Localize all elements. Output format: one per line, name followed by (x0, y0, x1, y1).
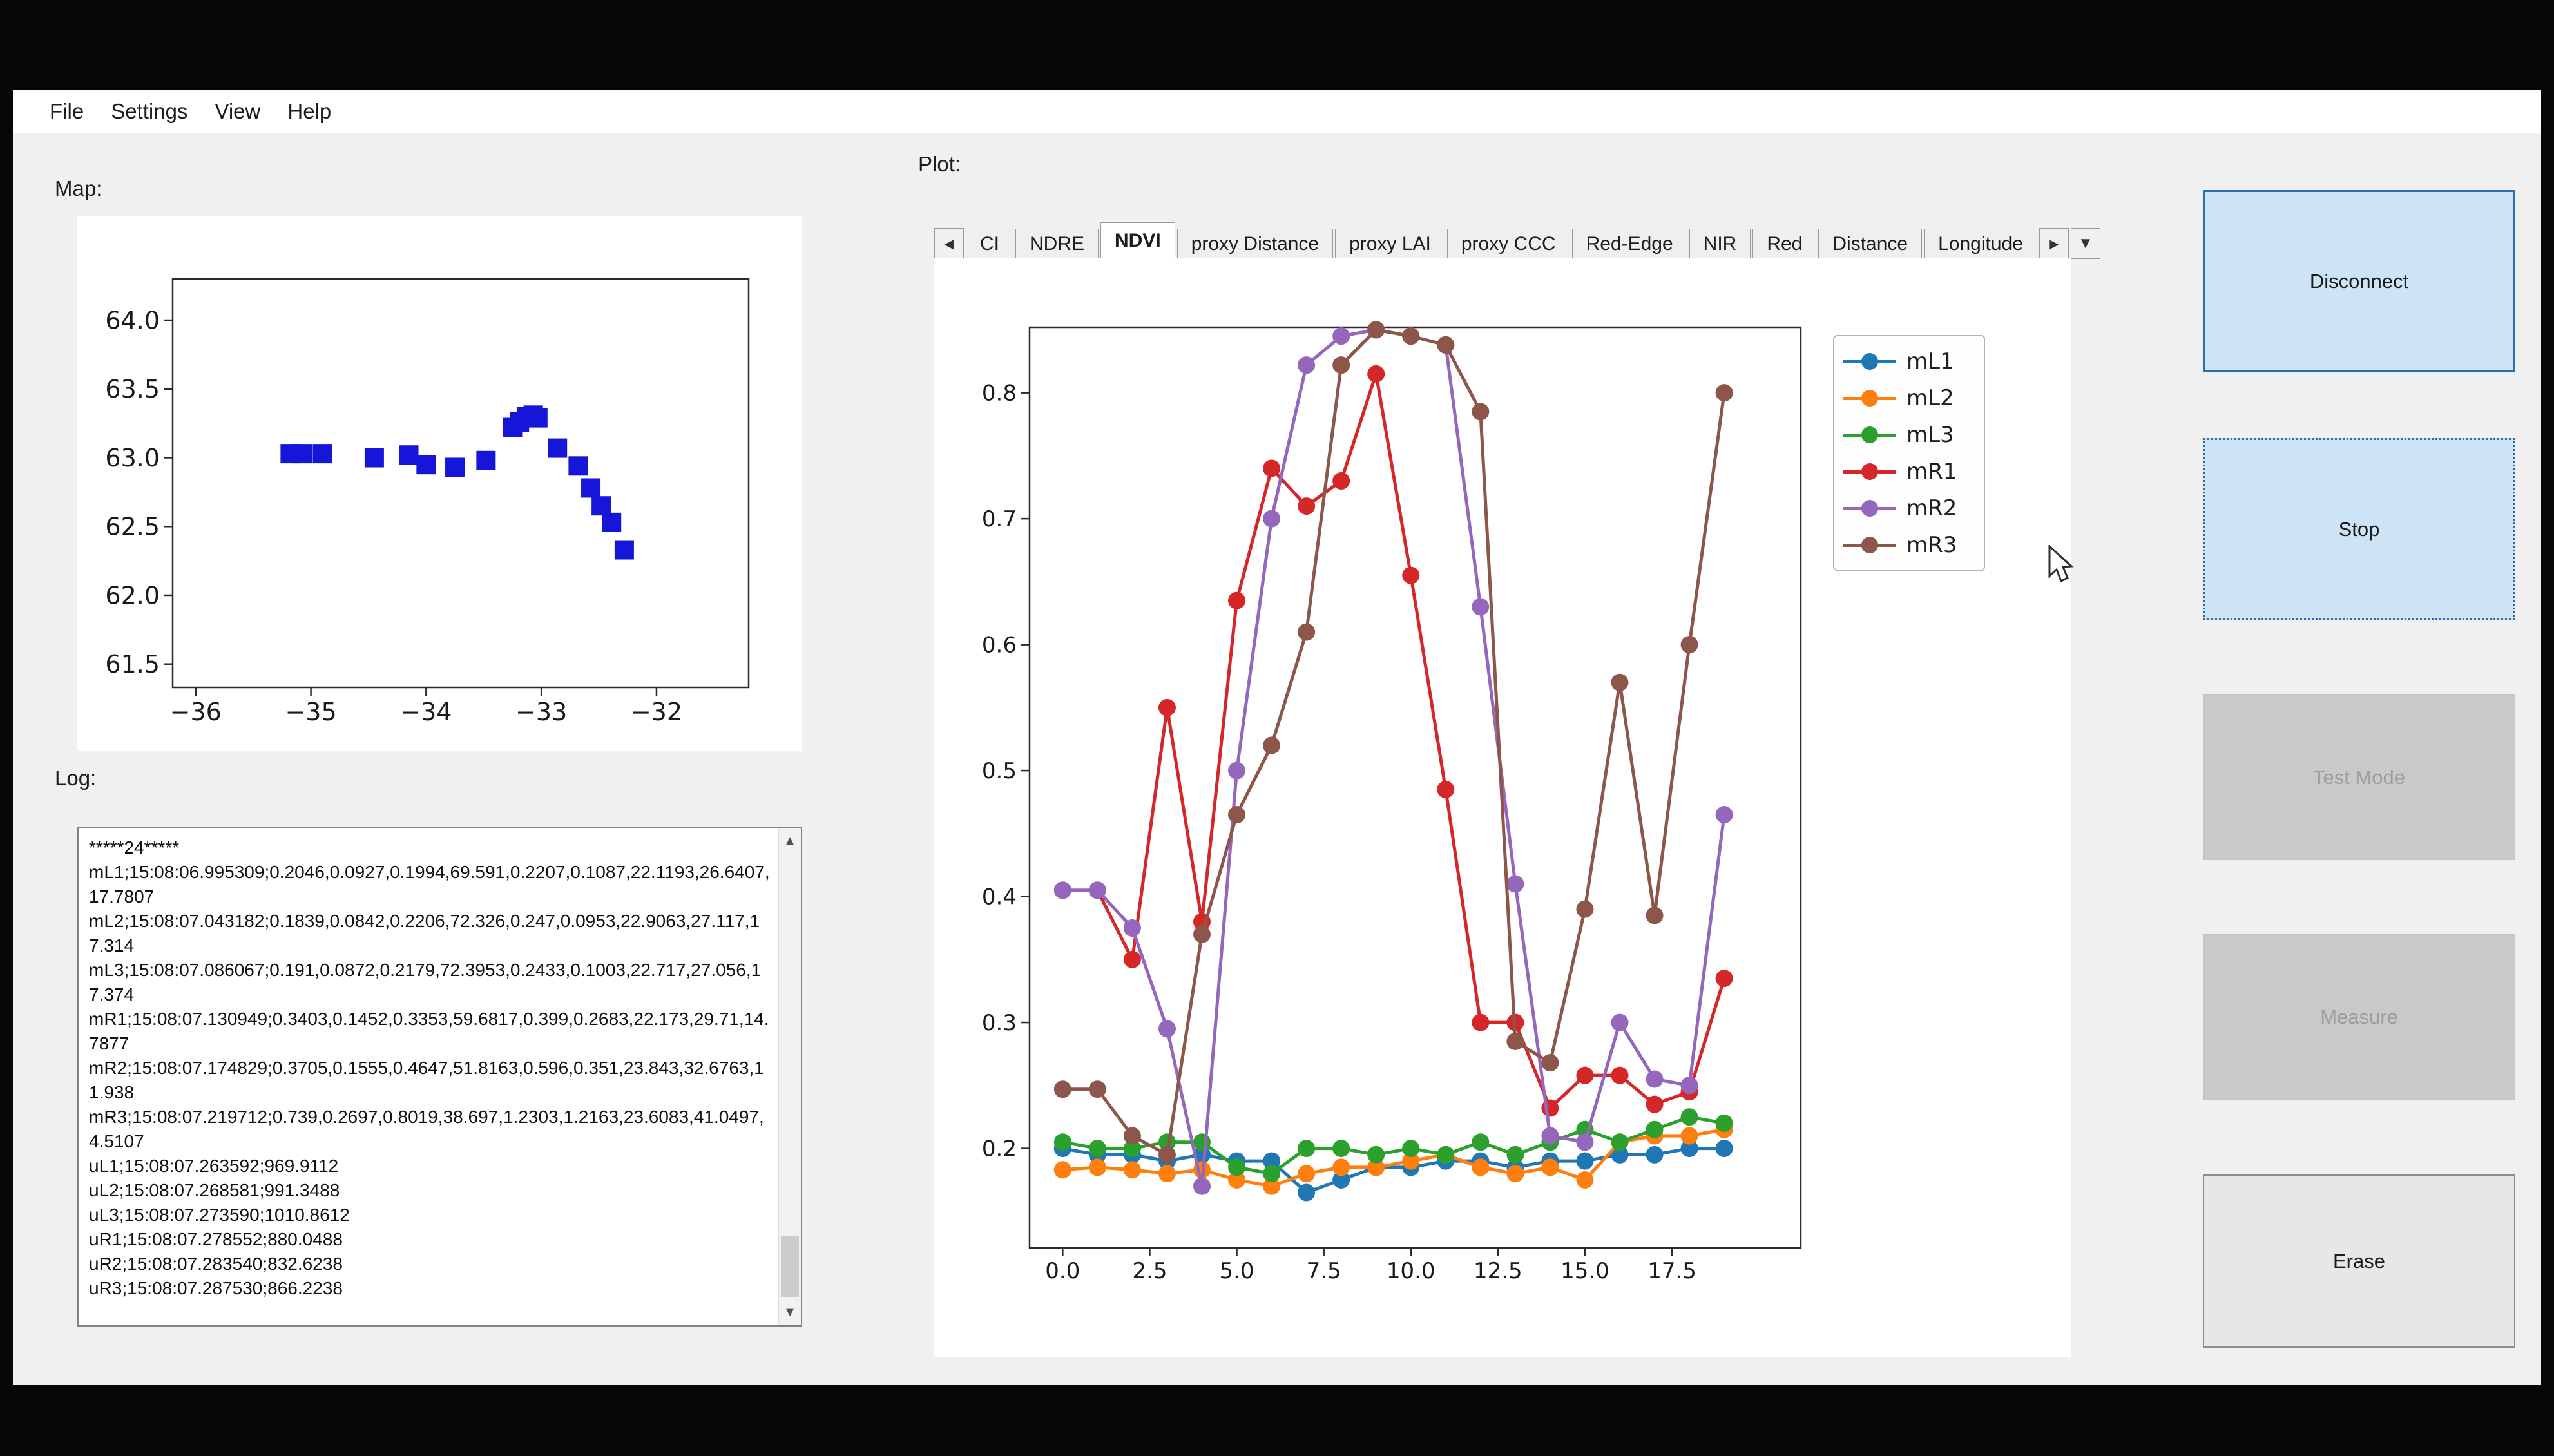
tab-ndre[interactable]: NDRE (1015, 229, 1099, 259)
tab-longitude[interactable]: Longitude (1924, 229, 2037, 259)
svg-text:2.5: 2.5 (1132, 1258, 1167, 1284)
log-scrollbar[interactable]: ▲ ▼ (778, 828, 801, 1325)
svg-text:0.4: 0.4 (982, 884, 1017, 910)
log-panel[interactable]: *****24***** mL1;15:08:06.995309;0.2046,… (77, 827, 802, 1327)
legend-label-mL3: mL3 (1906, 422, 1954, 448)
legend-line-sample-mR1 (1843, 469, 1896, 474)
menu-item-help[interactable]: Help (274, 99, 345, 124)
svg-text:64.0: 64.0 (105, 306, 160, 334)
legend-item-mL2: mL2 (1843, 379, 1984, 416)
tab-red-edge[interactable]: Red-Edge (1572, 229, 1687, 259)
svg-text:−33: −33 (515, 698, 567, 726)
plot-tab-bar: ◀CINDRENDVIproxy Distanceproxy LAIproxy … (934, 222, 2102, 259)
tab-distance[interactable]: Distance (1818, 229, 1922, 259)
tab-scroll-right-icon[interactable]: ▶ (2039, 228, 2069, 259)
tab-ndvi[interactable]: NDVI (1100, 222, 1175, 259)
tab-overflow-icon[interactable]: ▼ (2071, 228, 2100, 259)
log-text[interactable]: *****24***** mL1;15:08:06.995309;0.2046,… (79, 828, 778, 1325)
svg-text:0.0: 0.0 (1045, 1258, 1080, 1284)
svg-text:10.0: 10.0 (1387, 1258, 1435, 1284)
svg-text:62.5: 62.5 (105, 513, 160, 541)
test-mode-button: Test Mode (2203, 694, 2515, 860)
svg-text:−36: −36 (170, 698, 222, 726)
scrollbar-down-icon[interactable]: ▼ (779, 1299, 801, 1325)
legend-label-mR2: mR2 (1906, 495, 1957, 521)
legend-label-mR3: mR3 (1906, 532, 1957, 558)
svg-text:17.5: 17.5 (1647, 1258, 1696, 1284)
tab-nir[interactable]: NIR (1689, 229, 1751, 259)
svg-text:62.0: 62.0 (105, 581, 160, 609)
svg-text:63.5: 63.5 (105, 375, 160, 403)
svg-text:61.5: 61.5 (105, 650, 160, 678)
map-panel: −36 −35 −34 −33 −32 61.5 62.0 62.5 63.0 63.5 64.0 (77, 216, 802, 751)
svg-text:0.3: 0.3 (982, 1010, 1017, 1036)
svg-text:0.6: 0.6 (982, 633, 1017, 658)
tab-proxy-ccc[interactable]: proxy CCC (1447, 229, 1570, 259)
legend-line-sample-mR3 (1843, 542, 1896, 548)
erase-button[interactable]: Erase (2203, 1174, 2515, 1348)
legend-line-sample-mL1 (1843, 359, 1896, 364)
svg-text:−34: −34 (400, 698, 452, 726)
svg-text:5.0: 5.0 (1220, 1258, 1254, 1284)
legend-label-mL1: mL1 (1906, 349, 1954, 374)
window-bottom-bar (0, 1385, 2554, 1456)
legend-item-mR2: mR2 (1843, 490, 1984, 526)
menu-item-settings[interactable]: Settings (97, 99, 201, 124)
map-section-label: Map: (55, 177, 102, 201)
legend-item-mR1: mR1 (1843, 453, 1984, 490)
svg-text:0.5: 0.5 (982, 758, 1017, 784)
svg-text:12.5: 12.5 (1474, 1258, 1522, 1284)
svg-text:0.7: 0.7 (982, 506, 1017, 532)
tab-ci[interactable]: CI (966, 229, 1013, 259)
legend-line-sample-mL2 (1843, 396, 1896, 401)
svg-text:7.5: 7.5 (1307, 1258, 1341, 1284)
log-section-label: Log: (55, 766, 96, 790)
svg-text:0.8: 0.8 (982, 381, 1017, 407)
legend-line-sample-mL3 (1843, 432, 1896, 437)
tab-proxy-lai[interactable]: proxy LAI (1335, 229, 1445, 259)
legend-line-sample-mR2 (1843, 506, 1896, 511)
stop-button[interactable]: Stop (2203, 438, 2515, 620)
plot-section-label: Plot: (918, 152, 961, 177)
legend-label-mL2: mL2 (1906, 385, 1954, 411)
menu-item-file[interactable]: File (36, 99, 97, 124)
tab-proxy-distance[interactable]: proxy Distance (1177, 229, 1333, 259)
scrollbar-thumb[interactable] (781, 1236, 799, 1297)
tab-scroll-left-icon[interactable]: ◀ (934, 228, 964, 259)
legend-item-mL1: mL1 (1843, 343, 1984, 379)
disconnect-button[interactable]: Disconnect (2203, 190, 2515, 372)
svg-text:0.2: 0.2 (982, 1136, 1017, 1162)
measure-button: Measure (2203, 934, 2515, 1100)
window-title-bar (0, 0, 2554, 90)
legend-label-mR1: mR1 (1906, 459, 1957, 484)
chart-legend: mL1 mL2 mL3 mR1 mR2 mR3 (1833, 335, 1985, 571)
svg-text:−35: −35 (285, 698, 336, 726)
scrollbar-up-icon[interactable]: ▲ (779, 828, 801, 854)
svg-text:−32: −32 (631, 698, 682, 726)
svg-text:63.0: 63.0 (105, 444, 160, 472)
menu-item-view[interactable]: View (201, 99, 274, 124)
tab-red[interactable]: Red (1752, 229, 1816, 259)
menu-bar: FileSettingsViewHelp (13, 90, 2541, 133)
legend-item-mL3: mL3 (1843, 416, 1984, 453)
legend-item-mR3: mR3 (1843, 526, 1984, 563)
map-scatter-chart: −36 −35 −34 −33 −32 61.5 62.0 62.5 63.0 63.5 64.0 (77, 216, 802, 751)
main-content-area: Map: −36 −35 −34 −33 −32 61.5 62.0 62.5 63.0 63.5… (13, 133, 2541, 1385)
svg-text:15.0: 15.0 (1560, 1258, 1609, 1284)
